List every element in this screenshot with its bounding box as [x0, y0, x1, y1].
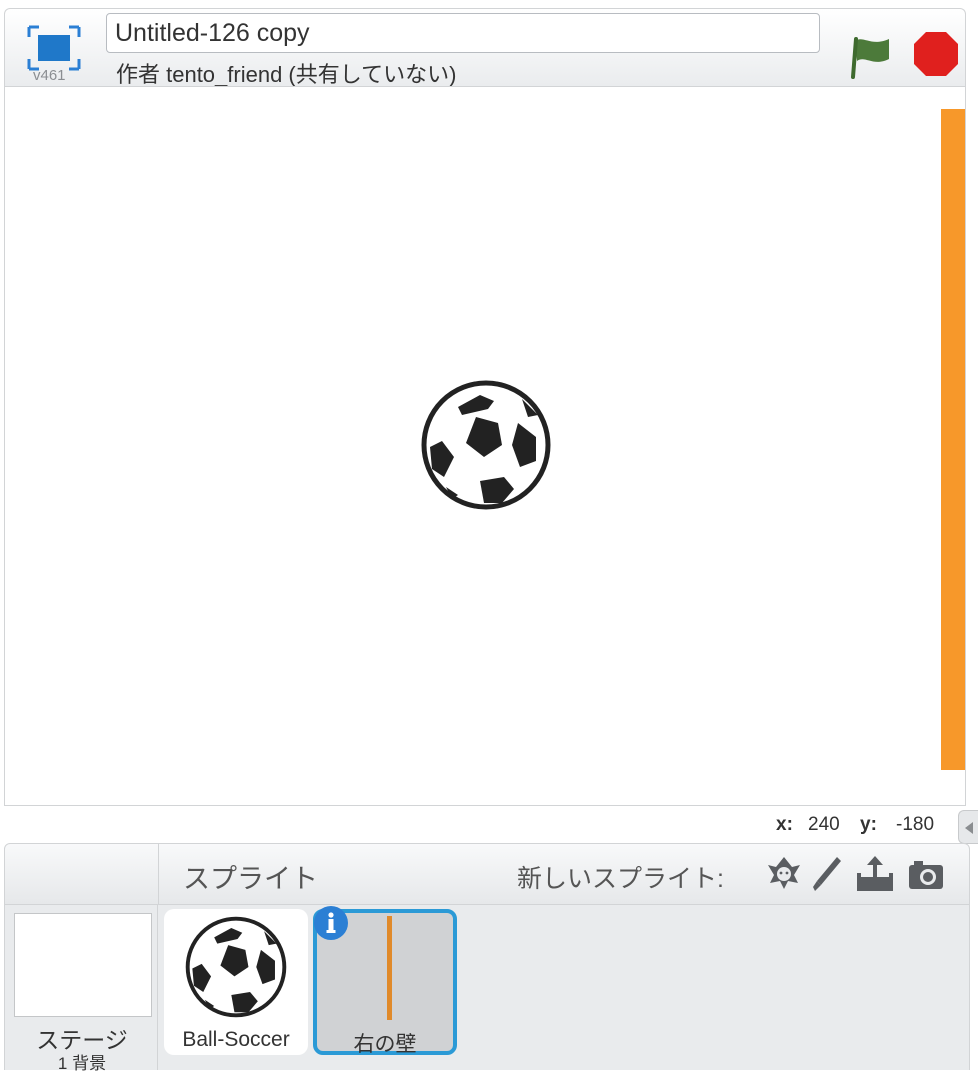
upload-sprite-icon[interactable]: [855, 853, 895, 893]
y-label: y:: [860, 814, 877, 835]
soccer-ball-thumbnail: [185, 916, 287, 1018]
green-flag-icon[interactable]: [849, 27, 893, 79]
right-wall-sprite[interactable]: [941, 109, 965, 770]
stage-thumbnail[interactable]: [14, 913, 152, 1017]
sprite-name: 右の壁: [353, 1033, 417, 1056]
version-label: v461: [33, 67, 66, 84]
sprite-tile-ball-soccer[interactable]: Ball-Soccer: [164, 909, 308, 1055]
sprite-name: Ball-Soccer: [182, 1028, 290, 1051]
camera-icon[interactable]: [906, 853, 946, 893]
stop-icon[interactable]: [911, 29, 961, 79]
choose-sprite-from-library-icon[interactable]: [764, 853, 804, 893]
wall-thumbnail: [387, 916, 392, 1020]
x-value: 240: [808, 814, 840, 835]
sprite-pane-header: スプライト 新しいスプライト:: [4, 843, 970, 906]
stage-canvas[interactable]: [4, 86, 966, 806]
pane-divider: [158, 844, 159, 906]
author-line: 作者 tento_friend (共有していない): [116, 62, 457, 87]
sprite-info-button[interactable]: [314, 906, 348, 940]
project-header: v461 作者 tento_friend (共有していない): [4, 8, 966, 87]
project-title-input[interactable]: [106, 13, 820, 53]
chevron-left-icon: [965, 822, 973, 834]
collapse-stage-button[interactable]: [958, 810, 978, 844]
sprites-title: スプライト: [183, 864, 318, 894]
fullscreen-icon[interactable]: [25, 25, 83, 71]
paint-new-sprite-icon[interactable]: [807, 853, 847, 893]
soccer-ball-sprite[interactable]: [418, 377, 554, 513]
stage-selector: ステージ 1 背景: [4, 905, 158, 1073]
y-value: -180: [896, 814, 935, 835]
new-sprite-label: 新しいスプライト:: [517, 865, 724, 893]
mouse-coordinates: x: 240 y: -180: [770, 814, 970, 838]
backdrop-count: 1 背景: [57, 1054, 107, 1073]
x-label: x:: [776, 814, 793, 835]
info-icon: [326, 912, 336, 933]
